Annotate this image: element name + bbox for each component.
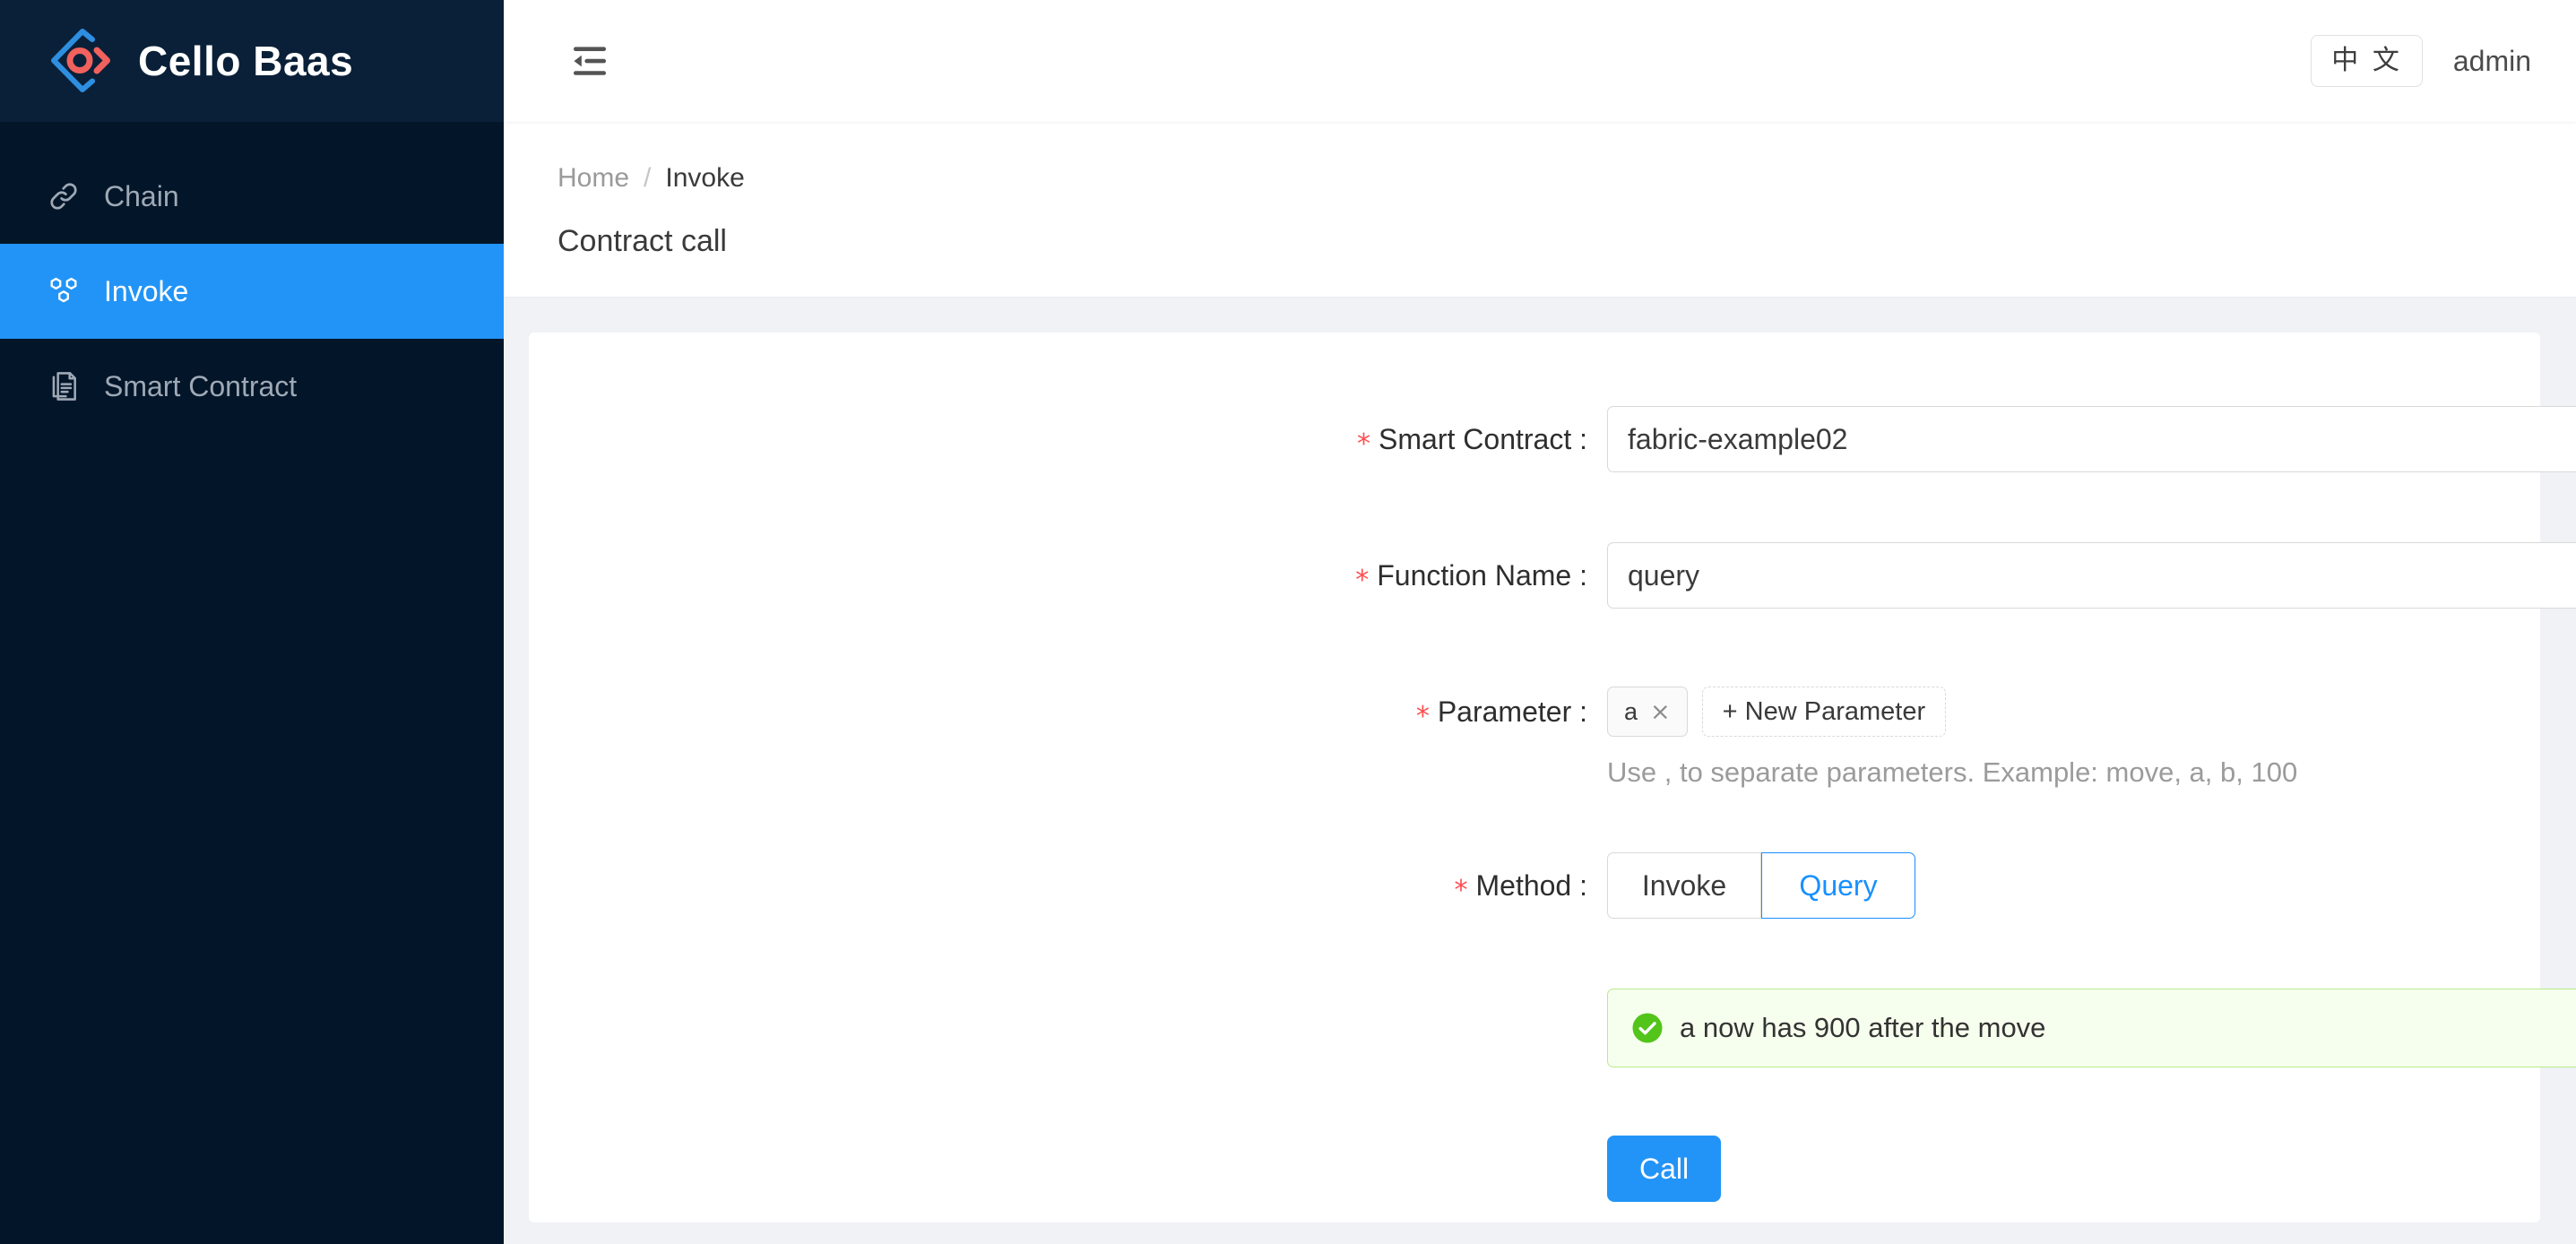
form-row-result: a now has 900 after the move	[529, 989, 2576, 1068]
parameter-field: a × + New Parameter Use , to separate pa…	[1607, 678, 2540, 791]
smart-contract-value: fabric-example02	[1628, 422, 1848, 455]
required-marker: *	[1415, 701, 1430, 732]
result-message: a now has 900 after the move	[1680, 1012, 2046, 1044]
menu-fold-icon[interactable]	[561, 32, 618, 90]
sidebar-item-smart-contract[interactable]: Smart Contract	[0, 339, 504, 434]
submit-field: Call	[1607, 1136, 2540, 1203]
check-circle-icon	[1631, 1012, 1664, 1044]
required-marker: *	[1355, 565, 1370, 596]
link-icon	[47, 179, 81, 213]
app-root: Cello Baas Chain Invoke Smart Contract 中…	[0, 0, 2576, 1244]
function-name-field: query	[1607, 542, 2576, 609]
add-parameter-button[interactable]: + New Parameter	[1701, 687, 1947, 737]
function-name-value: query	[1628, 558, 1700, 592]
documents-icon	[47, 369, 81, 403]
method-label: * Method :	[529, 852, 1607, 920]
function-name-label: * Function Name :	[529, 542, 1607, 610]
call-button[interactable]: Call	[1607, 1136, 1722, 1203]
parameter-tag[interactable]: a ×	[1607, 687, 1688, 737]
sidebar-item-label: Smart Contract	[104, 370, 298, 402]
method-option-invoke[interactable]: Invoke	[1607, 852, 1761, 920]
page-title: Contract call	[558, 224, 727, 258]
sidebar: Cello Baas Chain Invoke Smart Contract	[0, 0, 504, 1244]
label-text: Method :	[1475, 869, 1587, 903]
cello-diamond-logo-icon	[50, 29, 115, 93]
form-row-parameter: * Parameter : a × + New Parameter Use , t…	[529, 678, 2540, 791]
method-radio-group: Invoke Query	[1607, 852, 2540, 920]
function-name-input[interactable]: query	[1607, 542, 2576, 609]
user-menu[interactable]: admin	[2453, 45, 2531, 78]
sidebar-item-label: Invoke	[104, 275, 189, 307]
sidebar-logo[interactable]: Cello Baas	[0, 0, 504, 122]
form-row-method: * Method : Invoke Query	[529, 852, 2540, 920]
method-field: Invoke Query	[1607, 852, 2540, 920]
sidebar-nav: Chain Invoke Smart Contract	[0, 122, 504, 434]
smart-contract-label: * Smart Contract :	[529, 406, 1607, 474]
breadcrumb: Home / Invoke	[558, 163, 2576, 194]
parameter-tag-text: a	[1624, 697, 1638, 725]
parameter-hint: Use , to separate parameters. Example: m…	[1607, 756, 2298, 788]
sidebar-item-invoke[interactable]: Invoke	[0, 244, 504, 339]
close-icon[interactable]: ×	[1650, 700, 1671, 724]
breadcrumb-home[interactable]: Home	[558, 163, 629, 194]
smart-contract-select[interactable]: fabric-example02	[1607, 406, 2576, 472]
brand-name: Cello Baas	[138, 38, 354, 84]
parameter-label: * Parameter :	[529, 678, 1607, 747]
label-text: Smart Contract :	[1379, 423, 1587, 455]
label-text: Parameter :	[1437, 695, 1587, 728]
page-header: Home / Invoke Contract call	[504, 122, 2576, 298]
breadcrumb-separator: /	[644, 163, 652, 193]
required-marker: *	[1357, 428, 1371, 460]
form-card: * Smart Contract : fabric-example02 * Fu…	[529, 333, 2576, 1222]
sidebar-item-chain[interactable]: Chain	[0, 149, 504, 244]
result-success-alert: a now has 900 after the move	[1607, 989, 2576, 1068]
breadcrumb-current: Invoke	[665, 163, 745, 193]
method-option-query[interactable]: Query	[1761, 852, 1915, 920]
form-row-submit: Call	[529, 1136, 2540, 1203]
hexagons-icon	[47, 274, 81, 308]
sidebar-item-label: Chain	[104, 180, 179, 212]
label-text: Function Name :	[1377, 559, 1587, 592]
parameter-tag-list: a × + New Parameter	[1607, 678, 2540, 745]
form-row-function-name: * Function Name : query	[529, 542, 2576, 610]
form-row-smart-contract: * Smart Contract : fabric-example02	[529, 406, 2576, 474]
result-field: a now has 900 after the move	[1607, 989, 2576, 1068]
required-marker: *	[1454, 875, 1468, 907]
topbar: 中 文 admin	[504, 0, 2576, 122]
main-area: 中 文 admin Home / Invoke Contract call * S…	[504, 0, 2576, 1244]
content-wrapper: * Smart Contract : fabric-example02 * Fu…	[504, 298, 2576, 1244]
smart-contract-field: fabric-example02	[1607, 406, 2576, 472]
language-toggle-button[interactable]: 中 文	[2311, 35, 2423, 87]
